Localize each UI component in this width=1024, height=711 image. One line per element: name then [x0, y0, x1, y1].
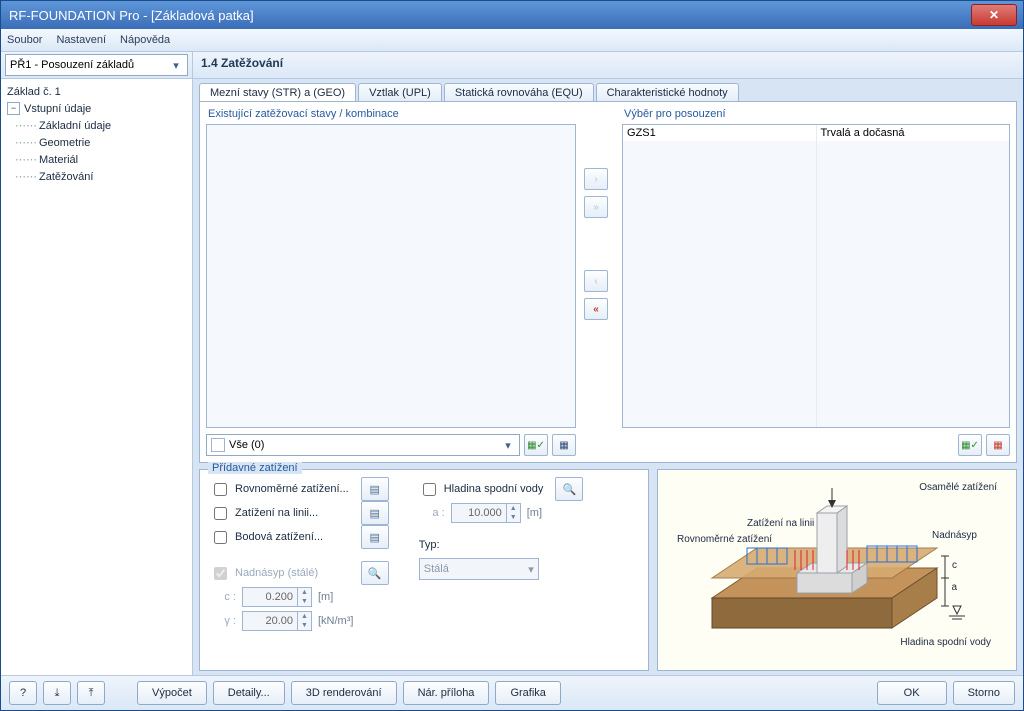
- tabs: Mezní stavy (STR) a (GEO) Vztlak (UPL) S…: [199, 83, 1017, 102]
- existing-loads-list[interactable]: [206, 124, 576, 428]
- chevron-down-icon: ▾: [169, 59, 183, 72]
- tree-panel: Základ č. 1 −Vstupní údaje ⋯⋯Základní úd…: [1, 79, 193, 675]
- titlebar: RF-FOUNDATION Pro - [Základová patka] ✕: [1, 1, 1023, 29]
- move-all-right-button[interactable]: »: [584, 196, 608, 218]
- tree-basic-data[interactable]: ⋯⋯Základní údaje: [1, 117, 192, 134]
- move-left-button[interactable]: ‹: [584, 270, 608, 292]
- load-tag: G: [627, 127, 636, 139]
- foundation-diagram: Osamělé zatížení Zatížení na linii Rovno…: [677, 478, 997, 658]
- type-label: Typ:: [419, 539, 440, 551]
- case-combo-value: PŘ1 - Posouzení základů: [10, 59, 134, 71]
- tree-input-data[interactable]: −Vstupní údaje: [1, 100, 192, 117]
- line-load-check[interactable]: Zatížení na linii...: [210, 502, 318, 524]
- load-type: Trvalá a dočasná: [821, 127, 905, 139]
- render-button[interactable]: 3D renderování: [291, 681, 397, 705]
- gamma-label: γ :: [210, 615, 236, 627]
- section-title: 1.4 Zatěžování: [193, 52, 1023, 78]
- select-all-button[interactable]: ▦✓: [524, 434, 548, 456]
- c-label: c :: [210, 591, 236, 603]
- calc-button[interactable]: Výpočet: [137, 681, 207, 705]
- label-water: Hladina spodní vody: [900, 637, 991, 648]
- label-point-load: Osamělé zatížení: [919, 482, 997, 493]
- selected-loads-list[interactable]: GZS1 Trvalá a dočasná: [622, 124, 1010, 428]
- dim-c: c: [952, 560, 957, 571]
- overburden-view[interactable]: 🔍: [361, 561, 389, 585]
- tab-char[interactable]: Charakteristické hodnoty: [596, 83, 739, 102]
- selected-loads-label: Výběr pro posouzení: [622, 108, 1010, 124]
- c-input: ▲▼: [242, 587, 312, 607]
- attach-button[interactable]: Nár. příloha: [403, 681, 490, 705]
- additional-load-group: Přídavné zatížení Rovnoměrné zatížení...…: [199, 469, 649, 671]
- tree-material[interactable]: ⋯⋯Materiál: [1, 151, 192, 168]
- footer: ? ⤓ ⤒ Výpočet Detaily... 3D renderování …: [1, 675, 1023, 710]
- diagram-group: Osamělé zatížení Zatížení na linii Rovno…: [657, 469, 1017, 671]
- tab-equ[interactable]: Statická rovnováha (EQU): [444, 83, 594, 102]
- filter-combo[interactable]: Vše (0) ▾: [206, 434, 520, 456]
- tree-root[interactable]: Základ č. 1: [1, 83, 192, 100]
- a-input: ▲▼: [451, 503, 521, 523]
- a-label: a :: [419, 507, 445, 519]
- sel-config-button[interactable]: ▦: [986, 434, 1010, 456]
- chevron-down-icon: ▾: [501, 439, 515, 452]
- ok-button[interactable]: OK: [877, 681, 947, 705]
- tab-upl[interactable]: Vztlak (UPL): [358, 83, 442, 102]
- tab-str-geo[interactable]: Mezní stavy (STR) a (GEO): [199, 83, 356, 102]
- overburden-check: Nadnásyp (stálé): [210, 562, 318, 584]
- load-name: ZS1: [636, 127, 656, 139]
- menu-settings[interactable]: Nastavení: [56, 34, 106, 46]
- dim-a: a: [951, 582, 957, 593]
- select-config-button[interactable]: ▦: [552, 434, 576, 456]
- close-button[interactable]: ✕: [971, 4, 1017, 26]
- cancel-button[interactable]: Storno: [953, 681, 1015, 705]
- uniform-load-edit[interactable]: ▤: [361, 477, 389, 501]
- label-overburden: Nadnásyp: [932, 530, 977, 541]
- graphics-button[interactable]: Grafika: [495, 681, 560, 705]
- details-button[interactable]: Detaily...: [213, 681, 285, 705]
- sel-select-all-button[interactable]: ▦✓: [958, 434, 982, 456]
- existing-loads-label: Existující zatěžovací stavy / kombinace: [206, 108, 576, 124]
- gamma-input: ▲▼: [242, 611, 312, 631]
- uniform-load-check[interactable]: Rovnoměrné zatížení...: [210, 478, 349, 500]
- tree-loads[interactable]: ⋯⋯Zatěžování: [1, 168, 192, 185]
- label-line-load: Zatížení na linii: [747, 518, 814, 529]
- move-all-left-button[interactable]: «: [584, 298, 608, 320]
- export-button[interactable]: ⤓: [43, 681, 71, 705]
- help-button[interactable]: ?: [9, 681, 37, 705]
- water-view[interactable]: 🔍: [555, 477, 583, 501]
- water-check[interactable]: Hladina spodní vody: [419, 478, 544, 500]
- menu-help[interactable]: Nápověda: [120, 34, 170, 46]
- tree-geometry[interactable]: ⋯⋯Geometrie: [1, 134, 192, 151]
- point-load-edit[interactable]: ▤: [361, 525, 389, 549]
- label-uniform-load: Rovnoměrné zatížení: [677, 534, 772, 545]
- additional-legend: Přídavné zatížení: [208, 462, 302, 474]
- menubar: Soubor Nastavení Nápověda: [1, 29, 1023, 52]
- menu-file[interactable]: Soubor: [7, 34, 42, 46]
- type-select: Stálá▾: [419, 558, 539, 580]
- case-combo[interactable]: PŘ1 - Posouzení základů ▾: [5, 54, 188, 76]
- window-title: RF-FOUNDATION Pro - [Základová patka]: [9, 8, 254, 23]
- move-right-button[interactable]: ›: [584, 168, 608, 190]
- line-load-edit[interactable]: ▤: [361, 501, 389, 525]
- point-load-check[interactable]: Bodová zatížení...: [210, 526, 323, 548]
- import-button[interactable]: ⤒: [77, 681, 105, 705]
